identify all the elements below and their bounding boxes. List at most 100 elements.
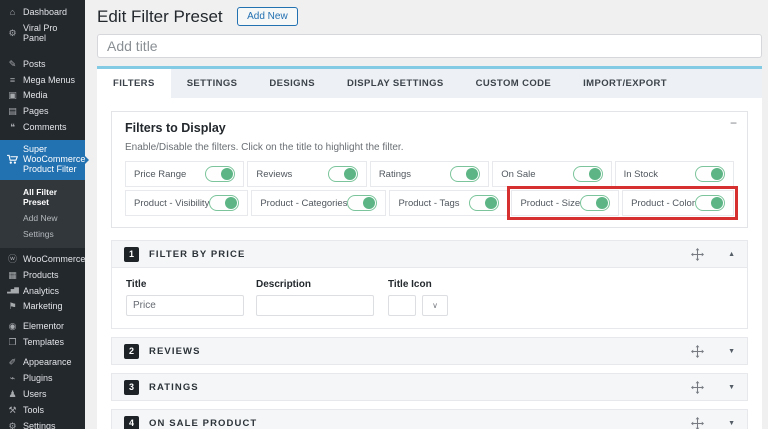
tab-settings[interactable]: SETTINGS [171, 69, 254, 98]
sidebar-item-label: WooCommerce [23, 255, 85, 265]
field-group-description: Description [256, 279, 374, 316]
toggle-switch[interactable] [347, 195, 377, 211]
submenu-item-all-filter-preset[interactable]: All Filter Preset [0, 184, 85, 210]
tab-import-export[interactable]: IMPORT/EXPORT [567, 69, 683, 98]
sidebar-item-analytics[interactable]: ▂▅▇ Analytics [0, 284, 85, 300]
toggle-switch[interactable] [205, 166, 235, 182]
sidebar-item-marketing[interactable]: ⚑ Marketing [0, 299, 85, 315]
sidebar-item-dashboard[interactable]: ⌂ Dashboard [0, 5, 85, 21]
sidebar-item-media[interactable]: ▣ Media [0, 88, 85, 104]
sidebar-item-appearance[interactable]: ✐ Appearance [0, 355, 85, 371]
sidebar-item-elementor[interactable]: ◉ Elementor [0, 319, 85, 335]
toggle-label[interactable]: Product - Visibility [134, 198, 209, 209]
accordion-header[interactable]: 2 REVIEWS ▼ [111, 337, 748, 365]
accordion-header[interactable]: 4 ON SALE PRODUCT ▼ [111, 409, 748, 429]
gear-icon: ⚙ [7, 29, 18, 39]
toggle-switch[interactable] [573, 166, 603, 182]
drag-handle-icon[interactable] [691, 345, 704, 358]
filter-title-input[interactable] [126, 295, 244, 316]
order-badge: 2 [124, 344, 139, 359]
accordion-header[interactable]: 3 RATINGS ▼ [111, 373, 748, 401]
sidebar-item-posts[interactable]: ✎ Posts [0, 57, 85, 73]
order-badge: 4 [124, 416, 139, 429]
megaphone-icon: ⚑ [7, 302, 18, 312]
toggle-switch[interactable] [695, 166, 725, 182]
sidebar-item-label: Comments [23, 123, 67, 133]
filter-description-input[interactable] [256, 295, 374, 316]
folder-icon: ❐ [7, 338, 18, 348]
toggle-switch[interactable] [469, 195, 499, 211]
toggle-cell-on-sale: On Sale [492, 161, 611, 187]
accordion-title: FILTER BY PRICE [149, 249, 245, 260]
accordion-body: Title Description Title Icon ∨ [111, 268, 748, 329]
sidebar-item-label: Super WooCommerce Product Filter [23, 145, 85, 175]
toggle-label[interactable]: Product - Size [520, 198, 580, 209]
sidebar-item-tools[interactable]: ⚒ Tools [0, 403, 85, 419]
tab-custom-code[interactable]: CUSTOM CODE [460, 69, 567, 98]
sidebar-item-mega-menus[interactable]: ≡ Mega Menus [0, 73, 85, 89]
wrench-icon: ⚒ [7, 406, 18, 416]
panel-subheading: Enable/Disable the filters. Click on the… [125, 142, 734, 153]
sidebar-item-super-woocommerce-product-filter[interactable]: Super WooCommerce Product Filter [0, 140, 85, 180]
sidebar-item-viral-pro-panel[interactable]: ⚙ Viral Pro Panel [0, 21, 85, 47]
sidebar-item-label: Users [23, 390, 47, 400]
comments-icon: ❝ [7, 123, 18, 133]
pencil-icon: ✎ [7, 60, 18, 70]
toggle-switch[interactable] [695, 195, 725, 211]
sidebar-item-label: Elementor [23, 322, 64, 332]
sidebar-item-label: Products [23, 271, 59, 281]
pages-icon: ▤ [7, 107, 18, 117]
drag-handle-icon[interactable] [691, 381, 704, 394]
field-group-title-icon: Title Icon ∨ [388, 279, 448, 316]
toggle-label[interactable]: Ratings [379, 169, 411, 180]
filters-to-display-panel: Filters to Display Enable/Disable the fi… [111, 111, 748, 228]
add-new-button[interactable]: Add New [237, 7, 298, 26]
toggle-label[interactable]: Product - Categories [260, 198, 347, 209]
icon-select-dropdown[interactable]: ∨ [422, 295, 448, 316]
drag-handle-icon[interactable] [691, 417, 704, 429]
sidebar-item-templates[interactable]: ❐ Templates [0, 335, 85, 351]
toggle-switch[interactable] [450, 166, 480, 182]
submenu-item-settings[interactable]: Settings [0, 226, 85, 242]
accordion-header[interactable]: 1 FILTER BY PRICE ▲ [111, 240, 748, 268]
sidebar-item-comments[interactable]: ❝ Comments [0, 120, 85, 136]
main-page: Edit Filter Preset Add New FILTERS SETTI… [85, 0, 768, 429]
tab-filters[interactable]: FILTERS [97, 69, 171, 98]
collapse-caret-icon[interactable]: ▲ [728, 251, 735, 258]
sidebar-item-settings[interactable]: ⚙ Settings [0, 419, 85, 429]
sidebar-item-woocommerce[interactable]: ⓦ WooCommerce [0, 252, 85, 268]
sidebar-item-label: Appearance [23, 358, 72, 368]
expand-caret-icon[interactable]: ▼ [728, 384, 735, 391]
toggle-cell-product-visibility: Product - Visibility [125, 190, 248, 216]
drag-handle-icon[interactable] [691, 248, 704, 261]
tab-designs[interactable]: DESIGNS [253, 69, 331, 98]
toggle-switch[interactable] [328, 166, 358, 182]
sidebar-item-label: Templates [23, 338, 64, 348]
sidebar-item-pages[interactable]: ▤ Pages [0, 104, 85, 120]
toggle-label[interactable]: Product - Tags [398, 198, 459, 209]
title-input[interactable] [97, 34, 762, 58]
sidebar-item-label: Posts [23, 60, 46, 70]
admin-sidebar: ⌂ Dashboard ⚙ Viral Pro Panel ✎ Posts ≡ … [0, 0, 85, 429]
sidebar-item-plugins[interactable]: ⌁ Plugins [0, 371, 85, 387]
cart-icon [7, 154, 18, 165]
panel-collapse-icon[interactable]: − [730, 117, 737, 129]
sidebar-item-label: Media [23, 91, 48, 101]
expand-caret-icon[interactable]: ▼ [728, 420, 735, 427]
submenu-item-add-new[interactable]: Add New [0, 210, 85, 226]
plug-icon: ⌁ [7, 374, 18, 384]
toggle-label[interactable]: In Stock [624, 169, 658, 180]
sidebar-item-label: Marketing [23, 302, 63, 312]
page-header: Edit Filter Preset Add New [85, 0, 768, 32]
toggle-switch[interactable] [580, 195, 610, 211]
sidebar-item-products[interactable]: ▦ Products [0, 268, 85, 284]
toggle-label[interactable]: Product - Color [631, 198, 695, 209]
toggle-label[interactable]: Price Range [134, 169, 186, 180]
toggle-label[interactable]: Reviews [256, 169, 292, 180]
toggle-label[interactable]: On Sale [501, 169, 535, 180]
toggle-row-1: Price Range Reviews Ratings On Sale [125, 161, 734, 187]
expand-caret-icon[interactable]: ▼ [728, 348, 735, 355]
sidebar-item-users[interactable]: ♟ Users [0, 387, 85, 403]
tab-display-settings[interactable]: DISPLAY SETTINGS [331, 69, 460, 98]
toggle-switch[interactable] [209, 195, 239, 211]
